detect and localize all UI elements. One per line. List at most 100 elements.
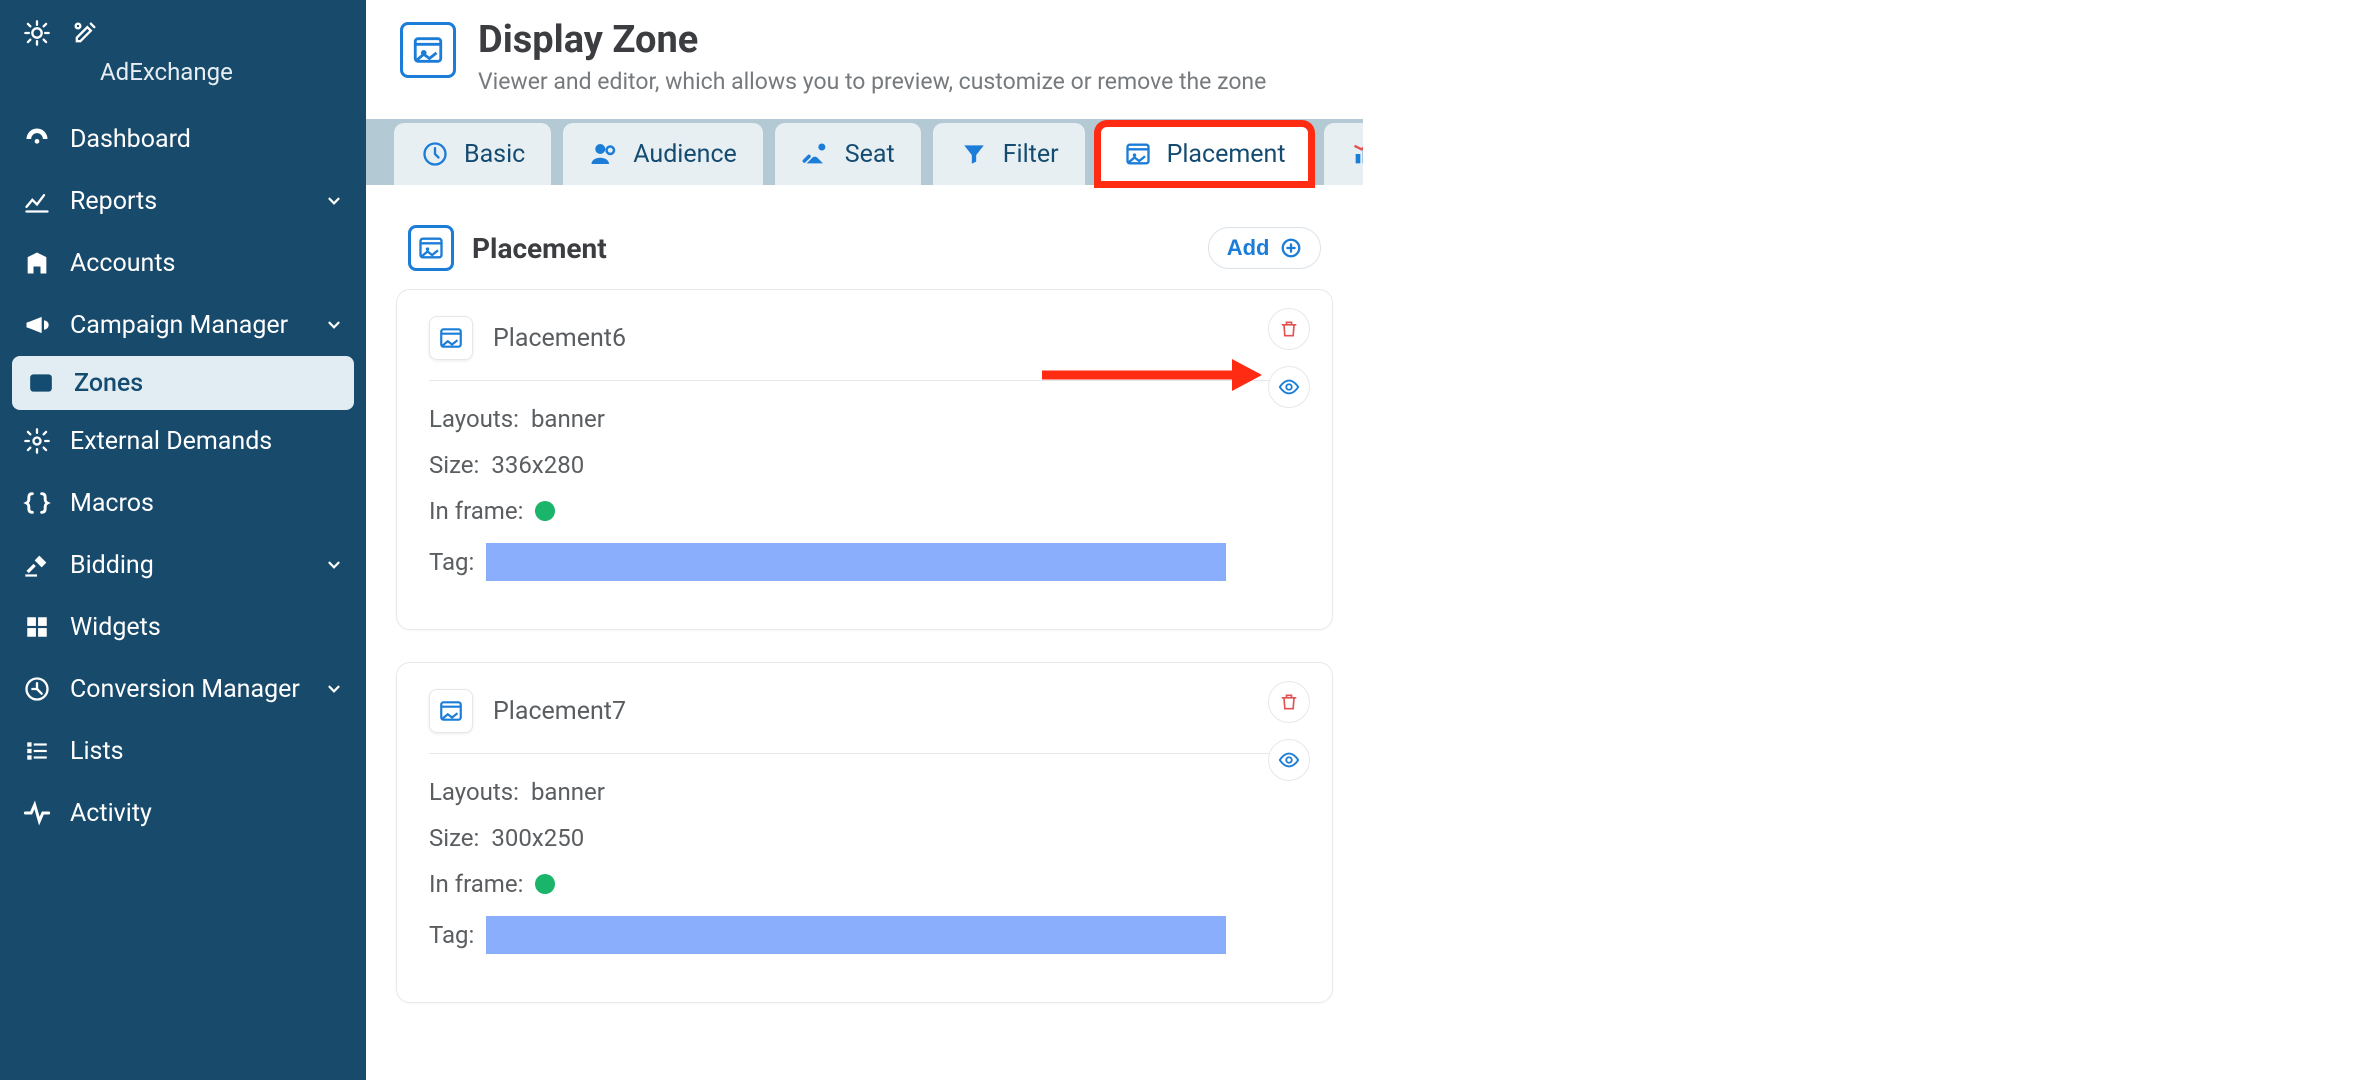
add-button[interactable]: Add <box>1208 227 1321 269</box>
sidebar-item-label: Lists <box>70 737 344 766</box>
status-dot <box>535 501 555 521</box>
placement-section-icon <box>408 225 454 271</box>
sidebar-item-label: Campaign Manager <box>70 311 306 340</box>
display-zone-icon <box>400 22 456 78</box>
chevron-down-icon <box>324 315 344 335</box>
sidebar-top <box>0 0 366 54</box>
add-label: Add <box>1227 235 1270 261</box>
sidebar-item-activity[interactable]: Activity <box>0 782 366 844</box>
building-icon <box>22 248 52 278</box>
sidebar-item-label: External Demands <box>70 427 344 456</box>
chevron-down-icon <box>324 555 344 575</box>
view-button[interactable] <box>1268 739 1310 781</box>
tab-label: Filter <box>1003 140 1059 169</box>
size-value: 336x280 <box>491 451 584 479</box>
tag-value-redacted <box>486 916 1226 954</box>
delete-button[interactable] <box>1268 681 1310 723</box>
sidebar-item-label: Widgets <box>70 613 344 642</box>
sidebar-item-accounts[interactable]: Accounts <box>0 232 366 294</box>
chevron-down-icon <box>324 679 344 699</box>
placement-item-icon <box>429 689 473 733</box>
content: Placement Add Placement6 <box>366 185 1363 1080</box>
sidebar-item-label: Conversion Manager <box>70 675 306 704</box>
activity-icon <box>22 798 52 828</box>
card-head: Placement7 <box>429 689 1300 754</box>
size-label: Size: <box>429 451 479 479</box>
filler <box>1363 0 2359 1080</box>
sidebar-item-label: Zones <box>74 369 340 398</box>
section-title: Placement <box>472 232 1190 265</box>
sidebar-item-campaign-manager[interactable]: Campaign Manager <box>0 294 366 356</box>
grid-icon <box>22 612 52 642</box>
megaphone-icon <box>22 310 52 340</box>
page-subtitle: Viewer and editor, which allows you to p… <box>478 68 1266 95</box>
network-icon <box>22 426 52 456</box>
chevron-down-icon <box>324 191 344 211</box>
placement-card: Placement7 Layouts: banner <box>396 662 1333 1003</box>
sidebar-item-label: Macros <box>70 489 344 518</box>
size-value: 300x250 <box>491 824 584 852</box>
main: Display Zone Viewer and editor, which al… <box>366 0 1363 1080</box>
gauge-icon <box>22 124 52 154</box>
chart-icon <box>22 186 52 216</box>
size-label: Size: <box>429 824 479 852</box>
tools-icon[interactable] <box>70 18 100 48</box>
tab-label: Seat <box>845 140 895 169</box>
filter-icon <box>959 139 989 169</box>
sidebar-item-label: Dashboard <box>70 125 344 154</box>
sun-icon[interactable] <box>22 18 52 48</box>
sidebar-item-widgets[interactable]: Widgets <box>0 596 366 658</box>
sidebar-item-lists[interactable]: Lists <box>0 720 366 782</box>
sidebar-item-bidding[interactable]: Bidding <box>0 534 366 596</box>
tab-label: Basic <box>464 140 525 169</box>
seat-icon <box>801 139 831 169</box>
delete-button[interactable] <box>1268 308 1310 350</box>
placement-card: Placement6 Layouts: banner <box>396 289 1333 630</box>
sidebar-item-label: Accounts <box>70 249 344 278</box>
inframe-label: In frame: <box>429 497 523 525</box>
sidebar-item-label: Activity <box>70 799 344 828</box>
tab-audience[interactable]: Audience <box>563 123 763 185</box>
tabbar: Basic Audience Seat Filter <box>366 119 1363 185</box>
placement-item-icon <box>429 316 473 360</box>
brand-label: AdExchange <box>0 54 366 108</box>
inframe-label: In frame: <box>429 870 523 898</box>
list-icon <box>22 736 52 766</box>
status-dot <box>535 874 555 894</box>
card-title: Placement7 <box>493 697 626 726</box>
tab-placement[interactable]: Placement <box>1097 123 1312 185</box>
sidebar-item-label: Reports <box>70 187 306 216</box>
placement-icon <box>1123 139 1153 169</box>
sidebar-item-dashboard[interactable]: Dashboard <box>0 108 366 170</box>
conversion-icon <box>22 674 52 704</box>
sidebar: AdExchange Dashboard Reports Accounts <box>0 0 366 1080</box>
sidebar-item-zones[interactable]: PUB Zones <box>12 356 354 410</box>
layouts-value: banner <box>531 405 605 433</box>
pub-icon: PUB <box>26 368 56 398</box>
gavel-icon <box>22 550 52 580</box>
layouts-label: Layouts: <box>429 778 519 806</box>
page-header: Display Zone Viewer and editor, which al… <box>366 0 1363 119</box>
card-head: Placement6 <box>429 316 1300 381</box>
tag-value-redacted <box>486 543 1226 581</box>
sidebar-item-reports[interactable]: Reports <box>0 170 366 232</box>
layouts-value: banner <box>531 778 605 806</box>
layouts-label: Layouts: <box>429 405 519 433</box>
tab-filter[interactable]: Filter <box>933 123 1085 185</box>
tab-basic[interactable]: Basic <box>394 123 551 185</box>
tab-label: Placement <box>1167 140 1286 169</box>
tag-label: Tag: <box>429 921 474 949</box>
sidebar-item-label: Bidding <box>70 551 306 580</box>
basic-icon <box>420 139 450 169</box>
tag-label: Tag: <box>429 548 474 576</box>
tab-label: Audience <box>633 140 737 169</box>
section-head: Placement Add <box>396 215 1333 289</box>
audience-icon <box>589 139 619 169</box>
sidebar-item-macros[interactable]: Macros <box>0 472 366 534</box>
svg-text:PUB: PUB <box>35 380 52 390</box>
braces-icon <box>22 488 52 518</box>
view-button[interactable] <box>1268 366 1310 408</box>
sidebar-item-external-demands[interactable]: External Demands <box>0 410 366 472</box>
tab-seat[interactable]: Seat <box>775 123 921 185</box>
sidebar-item-conversion-manager[interactable]: Conversion Manager <box>0 658 366 720</box>
